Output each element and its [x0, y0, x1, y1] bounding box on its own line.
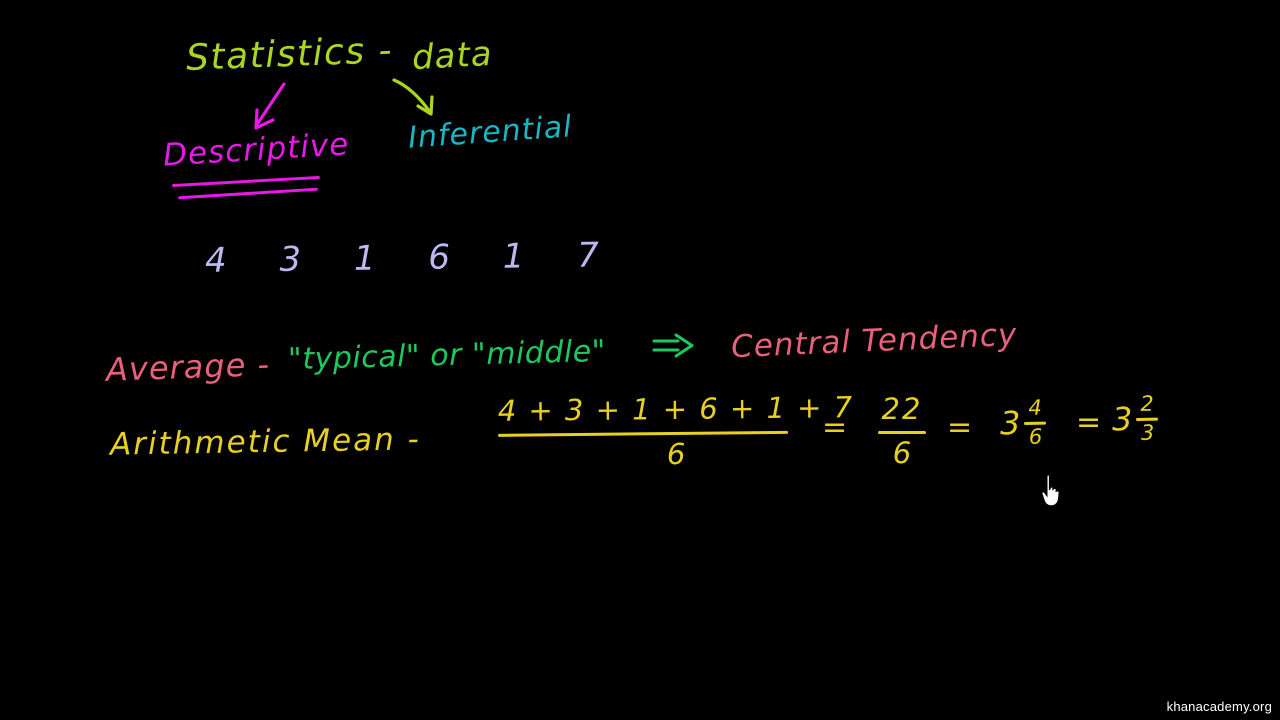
whiteboard-canvas[interactable]: Statistics - data Descriptive Inferentia…: [0, 0, 1280, 720]
fraction-22-denominator: 6: [892, 436, 912, 470]
pointing-hand-cursor-icon: [1041, 474, 1060, 507]
equals-sign-1: =: [822, 410, 848, 445]
label-average: Average -: [105, 345, 271, 389]
mean-denominator: 6: [666, 436, 686, 472]
dataset-values: 4 3 1 6 1 7: [204, 235, 621, 281]
equals-sign-2: =: [947, 410, 973, 445]
mixed-1-whole: 3: [999, 403, 1021, 443]
watermark-khanacademy: khanacademy.org: [1166, 699, 1272, 714]
mixed-1-fraction: 4 6: [1024, 395, 1047, 449]
mixed-2-fraction: 2 3: [1136, 391, 1159, 445]
mean-fraction-expression: 4 + 3 + 1 + 6 + 1 + 7 6: [498, 390, 855, 473]
fraction-22-numerator: 22: [881, 392, 923, 426]
mixed-number-3-2-3: 3 2 3: [1111, 391, 1159, 445]
mixed-2-denominator: 3: [1140, 420, 1155, 445]
label-data: data: [411, 33, 494, 79]
mixed-2-numerator: 2: [1140, 391, 1154, 416]
mixed-number-3-4-6: 3 4 6: [999, 395, 1047, 449]
label-arithmetic-mean: Arithmetic Mean -: [109, 421, 422, 463]
label-central-tendency: Central Tendency: [730, 316, 1018, 366]
equals-sign-3: =: [1076, 405, 1102, 440]
fraction-22-over-6: 22 6: [876, 392, 928, 470]
label-average-definition: "typical" or "middle": [287, 333, 607, 378]
fraction-22-bar: [878, 431, 926, 434]
descriptive-underline-1: [172, 175, 320, 188]
mixed-1-denominator: 6: [1028, 424, 1043, 449]
mixed-2-whole: 3: [1111, 399, 1133, 439]
descriptive-underline-2: [178, 187, 318, 200]
mean-numerator: 4 + 3 + 1 + 6 + 1 + 7: [497, 390, 854, 428]
label-descriptive: Descriptive: [162, 126, 351, 174]
label-statistics: Statistics -: [185, 30, 394, 79]
mixed-1-numerator: 4: [1028, 395, 1042, 420]
implies-arrow-icon: [652, 333, 694, 358]
